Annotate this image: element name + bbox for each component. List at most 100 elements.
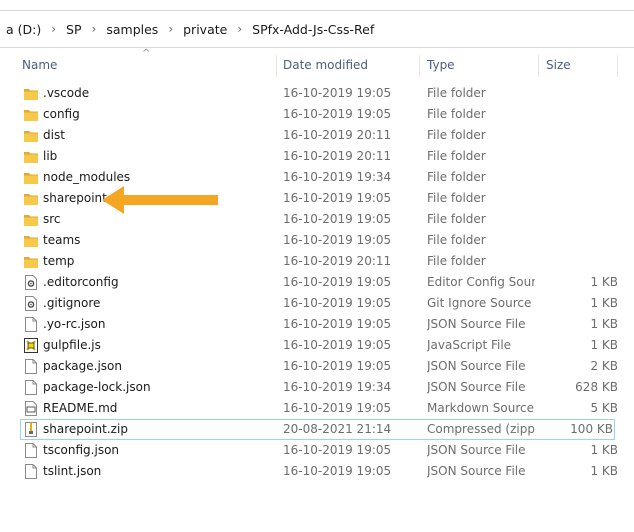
- file-name: sharepoint.zip: [43, 422, 128, 436]
- file-row[interactable]: tslint.json 16-10-2019 19:05 JSON Source F…: [0, 461, 634, 482]
- file-name: package.json: [43, 359, 123, 373]
- chevron-right-icon[interactable]: ›: [88, 22, 101, 36]
- file-row[interactable]: tsconfig.json 16-10-2019 19:05 JSON Source…: [0, 440, 634, 461]
- breadcrumb-sp[interactable]: SP: [60, 22, 87, 37]
- file-name: src: [43, 212, 61, 226]
- file-row[interactable]: package.json 16-10-2019 19:05 JSON Source …: [0, 356, 634, 377]
- file-name: tslint.json: [43, 464, 102, 478]
- file-type: Editor Config Sour...: [427, 275, 535, 289]
- orange-arrow-annotation: [102, 186, 218, 214]
- breadcrumb-drive[interactable]: a (D:): [0, 22, 47, 37]
- file-type: File folder: [427, 149, 486, 163]
- chevron-right-icon[interactable]: ›: [164, 22, 177, 36]
- breadcrumb-current-folder[interactable]: SPfx-Add-Js-Css-Ref: [246, 22, 380, 37]
- column-header-date[interactable]: Date modified: [283, 53, 419, 77]
- config-file-icon: [24, 296, 38, 311]
- file-size: 1 KB: [590, 338, 618, 352]
- script-file-icon: [24, 338, 38, 353]
- file-date-modified: 16-10-2019 19:05: [283, 443, 392, 457]
- breadcrumb-samples[interactable]: samples: [100, 22, 164, 37]
- file-row[interactable]: .editorconfig 16-10-2019 19:05 Editor Conf…: [0, 272, 634, 293]
- file-row[interactable]: .vscode 16-10-2019 19:05 File folder: [0, 83, 634, 104]
- file-date-modified: 16-10-2019 19:05: [283, 275, 392, 289]
- file-size: 1 KB: [590, 443, 618, 457]
- file-list: .vscode 16-10-2019 19:05 File folder config…: [0, 83, 634, 482]
- file-size: 1 KB: [590, 464, 618, 478]
- file-size: [538, 146, 618, 167]
- file-row[interactable]: teams 16-10-2019 19:05 File folder: [0, 230, 634, 251]
- file-type: JSON Source File: [427, 380, 526, 394]
- file-row[interactable]: gulpfile.js 16-10-2019 19:05 JavaScript Fi…: [0, 335, 634, 356]
- file-row[interactable]: package-lock.json 16-10-2019 19:34 JSON So…: [0, 377, 634, 398]
- folder-icon: [24, 233, 38, 248]
- folder-icon: [24, 86, 38, 101]
- file-type: File folder: [427, 191, 486, 205]
- document-icon: [24, 464, 38, 479]
- file-type: JSON Source File: [427, 359, 526, 373]
- file-date-modified: 16-10-2019 19:05: [283, 233, 392, 247]
- file-name: .vscode: [43, 86, 90, 100]
- file-row[interactable]: dist 16-10-2019 20:11 File folder: [0, 125, 634, 146]
- column-header-name[interactable]: Name: [22, 53, 276, 77]
- zip-file-icon: [24, 422, 38, 437]
- document-icon: [24, 359, 38, 374]
- file-size: [538, 104, 618, 125]
- file-size: [538, 83, 618, 104]
- file-name: dist: [43, 128, 65, 142]
- column-header-bar: Name Date modified Type Size: [0, 53, 634, 77]
- file-size: [538, 209, 618, 230]
- file-date-modified: 16-10-2019 19:34: [283, 380, 392, 394]
- document-icon: [24, 317, 38, 332]
- column-divider[interactable]: [617, 55, 618, 77]
- file-type: Markdown Source...: [427, 401, 535, 415]
- file-row[interactable]: src 16-10-2019 19:05 File folder: [0, 209, 634, 230]
- file-type: JSON Source File: [427, 464, 526, 478]
- file-row[interactable]: sharepoint 16-10-2019 19:05 File folder: [0, 188, 634, 209]
- chevron-right-icon[interactable]: ›: [233, 22, 246, 36]
- document-icon: [24, 443, 38, 458]
- file-size: 5 KB: [590, 401, 618, 415]
- file-type: File folder: [427, 86, 486, 100]
- file-name: .yo-rc.json: [43, 317, 106, 331]
- file-type: File folder: [427, 254, 486, 268]
- column-header-type[interactable]: Type: [427, 53, 537, 77]
- file-date-modified: 16-10-2019 19:05: [283, 191, 392, 205]
- file-date-modified: 16-10-2019 20:11: [283, 149, 392, 163]
- column-divider[interactable]: [276, 55, 277, 77]
- file-type: JavaScript File: [427, 338, 512, 352]
- file-name: tsconfig.json: [43, 443, 120, 457]
- file-name: .editorconfig: [43, 275, 119, 289]
- file-size: 1 KB: [590, 317, 618, 331]
- file-date-modified: 16-10-2019 19:05: [283, 401, 392, 415]
- file-size: [538, 230, 618, 251]
- file-row[interactable]: config 16-10-2019 19:05 File folder: [0, 104, 634, 125]
- breadcrumb-private[interactable]: private: [177, 22, 233, 37]
- column-divider[interactable]: [538, 55, 539, 77]
- file-row[interactable]: node_modules 16-10-2019 19:34 File folder: [0, 167, 634, 188]
- file-name: .gitignore: [43, 296, 101, 310]
- config-file-icon: [24, 275, 38, 290]
- file-name: sharepoint: [43, 191, 107, 205]
- column-divider[interactable]: [419, 55, 420, 77]
- document-icon: [24, 380, 38, 395]
- file-type: File folder: [427, 107, 486, 121]
- file-row[interactable]: .gitignore 16-10-2019 19:05 Git Ignore Sou…: [0, 293, 634, 314]
- file-type: JSON Source File: [427, 443, 526, 457]
- file-date-modified: 16-10-2019 19:05: [283, 359, 392, 373]
- file-name: gulpfile.js: [43, 338, 101, 352]
- file-row[interactable]: lib 16-10-2019 20:11 File folder: [0, 146, 634, 167]
- file-row[interactable]: sharepoint.zip 20-08-2021 21:14 Compressed…: [20, 419, 615, 440]
- chevron-right-icon[interactable]: ›: [47, 22, 60, 36]
- column-header-size[interactable]: Size: [546, 53, 616, 77]
- folder-icon: [24, 128, 38, 143]
- file-name: config: [43, 107, 80, 121]
- file-date-modified: 16-10-2019 19:05: [283, 317, 392, 331]
- file-row[interactable]: README.md 16-10-2019 19:05 Markdown Source…: [0, 398, 634, 419]
- file-size: 100 KB: [570, 422, 613, 436]
- file-type: File folder: [427, 212, 486, 226]
- file-date-modified: 16-10-2019 19:05: [283, 212, 392, 226]
- file-row[interactable]: temp 16-10-2019 20:11 File folder: [0, 251, 634, 272]
- address-bar[interactable]: a (D:) › SP › samples › private › SPfx-A…: [0, 10, 634, 48]
- file-row[interactable]: .yo-rc.json 16-10-2019 19:05 JSON Source F…: [0, 314, 634, 335]
- file-size: 1 KB: [590, 275, 618, 289]
